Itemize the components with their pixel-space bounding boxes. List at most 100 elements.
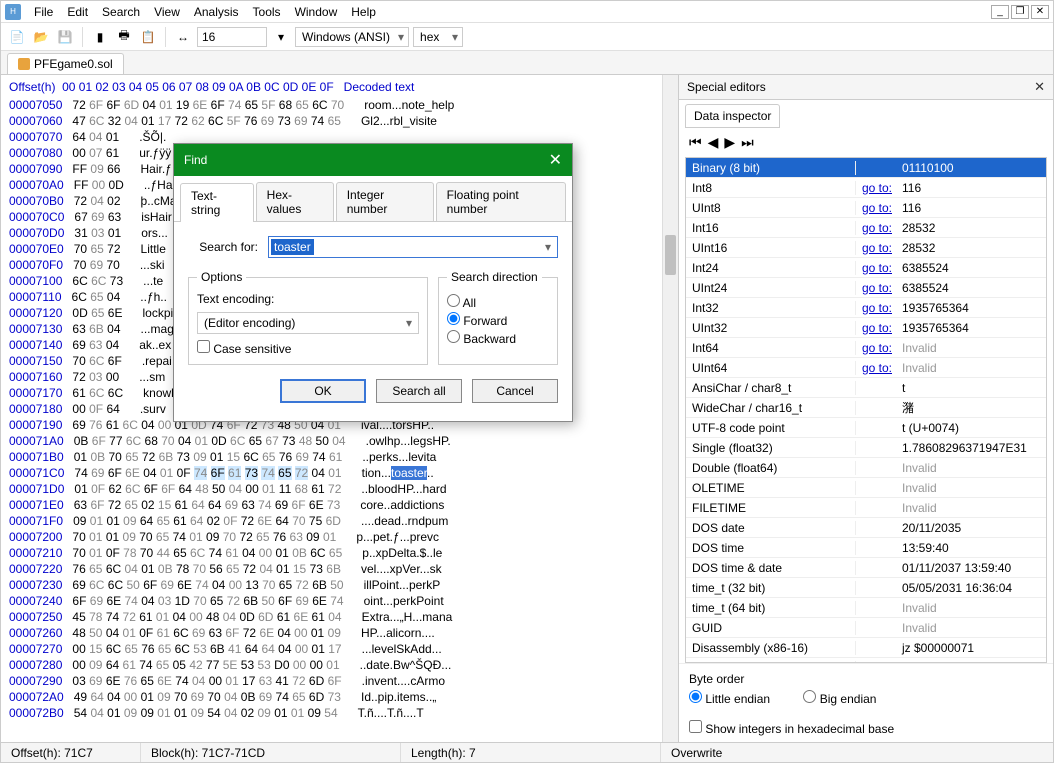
hex-scrollbar[interactable] <box>662 75 678 742</box>
hex-row[interactable]: 00007060 47 6C 32 04 01 17 72 62 6C 5F 7… <box>9 113 654 129</box>
hex-row[interactable]: 00007290 03 69 6E 76 65 6E 74 04 00 01 1… <box>9 673 654 689</box>
dir-backward-radio[interactable]: Backward <box>447 330 549 346</box>
inspector-row[interactable]: Int16go to:28532 <box>686 218 1046 238</box>
options-legend: Options <box>197 270 246 284</box>
menu-window[interactable]: Window <box>288 3 345 21</box>
byteorder-label: Byte order <box>689 672 1043 686</box>
inspector-row[interactable]: GUIDInvalid <box>686 618 1046 638</box>
cols-dd-icon[interactable]: ▾ <box>271 27 291 47</box>
case-sensitive-checkbox[interactable]: Case sensitive <box>197 340 419 356</box>
base-combo[interactable]: hex <box>413 27 463 47</box>
tab-integer[interactable]: Integer number <box>336 182 434 221</box>
menu-view[interactable]: View <box>147 3 187 21</box>
app-icon: H <box>5 4 21 20</box>
inspector-row[interactable]: time_t (32 bit)05/05/2031 16:36:04 <box>686 578 1046 598</box>
inspector-row[interactable]: Disassembly (x86-16)jz $00000071 <box>686 638 1046 658</box>
minimize-button[interactable]: _ <box>991 5 1009 19</box>
nav-last-icon[interactable]: ⏭ <box>741 134 754 151</box>
hex-row[interactable]: 000071F0 09 01 01 09 64 65 61 64 02 0F 7… <box>9 513 654 529</box>
cancel-button[interactable]: Cancel <box>472 379 558 403</box>
hex-row[interactable]: 00007280 00 09 64 61 74 65 05 42 77 5E 5… <box>9 657 654 673</box>
nav-first-icon[interactable]: ⏮ <box>689 134 702 151</box>
hex-row[interactable]: 00007200 70 01 01 09 70 65 74 01 09 70 7… <box>9 529 654 545</box>
menu-search[interactable]: Search <box>95 3 147 21</box>
hex-row[interactable]: 000072B0 54 04 01 09 09 01 01 09 54 04 0… <box>9 705 654 721</box>
hex-row[interactable]: 00007230 69 6C 6C 50 6F 69 6E 74 04 00 1… <box>9 577 654 593</box>
nav-prev-icon[interactable]: ◀ <box>708 134 719 151</box>
hex-row[interactable]: 000071E0 63 6F 72 65 02 15 61 64 64 69 6… <box>9 497 654 513</box>
menu-file[interactable]: File <box>27 3 60 21</box>
hex-row[interactable]: 00007210 70 01 0F 78 70 44 65 6C 74 61 0… <box>9 545 654 561</box>
search-all-button[interactable]: Search all <box>376 379 462 403</box>
menu-analysis[interactable]: Analysis <box>187 3 246 21</box>
data-inspector-tab[interactable]: Data inspector <box>685 104 780 128</box>
data-inspector-table: Binary (8 bit)01110100Int8go to:116UInt8… <box>685 157 1047 663</box>
inspector-row[interactable]: Single (float32)1.78608296371947E31 <box>686 438 1046 458</box>
hex-header: Offset(h) 00 01 02 03 04 05 06 07 08 09 … <box>9 79 654 95</box>
hex-row[interactable]: 00007250 45 78 74 72 61 01 04 00 48 04 0… <box>9 609 654 625</box>
inspector-row[interactable]: OLETIMEInvalid <box>686 478 1046 498</box>
file-tab[interactable]: PFEgame0.sol <box>7 53 124 74</box>
open-icon[interactable]: 📂 <box>31 27 51 47</box>
tab-float[interactable]: Floating point number <box>436 182 566 221</box>
inspector-row[interactable]: Double (float64)Invalid <box>686 458 1046 478</box>
dialog-close-icon[interactable]: ✕ <box>549 150 562 170</box>
inspector-row[interactable]: WideChar / char16_t潴 <box>686 398 1046 418</box>
inspector-row[interactable]: UInt64go to:Invalid <box>686 358 1046 378</box>
hex-row[interactable]: 00007050 72 6F 6F 6D 04 01 19 6E 6F 74 6… <box>9 97 654 113</box>
inspector-row[interactable]: AnsiChar / char8_tt <box>686 378 1046 398</box>
inspector-row[interactable]: DOS date20/11/2035 <box>686 518 1046 538</box>
new-icon[interactable]: 📄 <box>7 27 27 47</box>
encoding-select[interactable]: (Editor encoding) <box>197 312 419 334</box>
inspector-row[interactable]: Int32go to:1935765364 <box>686 298 1046 318</box>
search-input[interactable]: toaster <box>268 236 558 258</box>
nav-next-icon[interactable]: ▶ <box>724 134 735 151</box>
inspector-row[interactable]: UInt8go to:116 <box>686 198 1046 218</box>
tool1-icon[interactable]: ▮ <box>90 27 110 47</box>
tool3-icon[interactable]: 📋 <box>138 27 158 47</box>
tab-text-string[interactable]: Text-string <box>180 183 254 222</box>
hex-row[interactable]: 00007260 48 50 04 01 0F 61 6C 69 63 6F 7… <box>9 625 654 641</box>
hex-row[interactable]: 00007270 00 15 6C 65 76 65 6C 53 6B 41 6… <box>9 641 654 657</box>
menu-tools[interactable]: Tools <box>246 3 288 21</box>
hex-row[interactable]: 000071D0 01 0F 62 6C 6F 6F 64 48 50 04 0… <box>9 481 654 497</box>
columns-input[interactable] <box>197 27 267 47</box>
show-hex-checkbox[interactable]: Show integers in hexadecimal base <box>689 722 894 736</box>
search-for-label: Search for: <box>188 240 258 254</box>
inspector-row[interactable]: Int64go to:Invalid <box>686 338 1046 358</box>
side-close-icon[interactable]: ✕ <box>1034 79 1045 95</box>
dir-all-radio[interactable]: All <box>447 294 549 310</box>
hex-row[interactable]: 000071A0 0B 6F 77 6C 68 70 04 01 0D 6C 6… <box>9 433 654 449</box>
save-icon[interactable]: 💾 <box>55 27 75 47</box>
inspector-row[interactable]: UInt16go to:28532 <box>686 238 1046 258</box>
inspector-row[interactable]: Int8go to:116 <box>686 178 1046 198</box>
tab-hex-values[interactable]: Hex-values <box>256 182 334 221</box>
find-dialog: Find✕ Text-string Hex-values Integer num… <box>173 143 573 422</box>
little-endian-radio[interactable]: Little endian <box>689 692 770 706</box>
scroll-thumb[interactable] <box>665 235 676 275</box>
inspector-row[interactable]: time_t (64 bit)Invalid <box>686 598 1046 618</box>
inspector-row[interactable]: UInt24go to:6385524 <box>686 278 1046 298</box>
inspector-row[interactable]: Int24go to:6385524 <box>686 258 1046 278</box>
menu-help[interactable]: Help <box>344 3 383 21</box>
big-endian-radio[interactable]: Big endian <box>803 692 876 706</box>
tool2-icon[interactable]: 🖶 <box>114 27 134 47</box>
inspector-row[interactable]: Binary (8 bit)01110100 <box>686 158 1046 178</box>
menu-edit[interactable]: Edit <box>60 3 95 21</box>
inspector-row[interactable]: DOS time13:59:40 <box>686 538 1046 558</box>
cols-icon[interactable]: ↔ <box>173 27 193 47</box>
hex-row[interactable]: 000071B0 01 0B 70 65 72 6B 73 09 01 15 6… <box>9 449 654 465</box>
dir-forward-radio[interactable]: Forward <box>447 312 549 328</box>
inspector-row[interactable]: UTF-8 code pointt (U+0074) <box>686 418 1046 438</box>
restore-button[interactable]: ❐ <box>1011 5 1029 19</box>
hex-row[interactable]: 000072A0 49 64 04 00 01 09 70 69 70 04 0… <box>9 689 654 705</box>
charset-combo[interactable]: Windows (ANSI) <box>295 27 409 47</box>
inspector-row[interactable]: UInt32go to:1935765364 <box>686 318 1046 338</box>
close-button[interactable]: ✕ <box>1031 5 1049 19</box>
hex-row[interactable]: 00007220 76 65 6C 04 01 0B 78 70 56 65 7… <box>9 561 654 577</box>
hex-row[interactable]: 000071C0 74 69 6F 6E 04 01 0F 74 6F 61 7… <box>9 465 654 481</box>
inspector-row[interactable]: FILETIMEInvalid <box>686 498 1046 518</box>
inspector-row[interactable]: DOS time & date01/11/2037 13:59:40 <box>686 558 1046 578</box>
hex-row[interactable]: 00007240 6F 69 6E 74 04 03 1D 70 65 72 6… <box>9 593 654 609</box>
ok-button[interactable]: OK <box>280 379 366 403</box>
